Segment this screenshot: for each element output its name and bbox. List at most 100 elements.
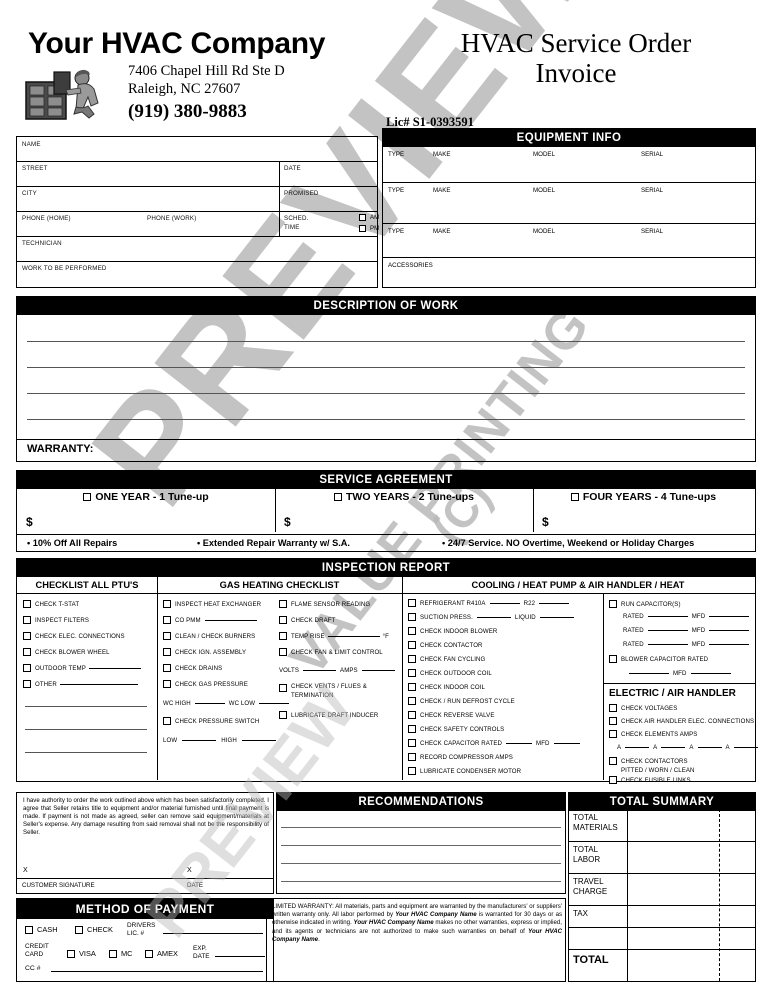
checklist-item-check-contactor[interactable]: CHECK CONTACTOR [408,641,483,649]
blank-input-temp-rise[interactable] [327,635,380,637]
checkbox-icon[interactable] [334,493,343,502]
checklist-item-check-ign-assembly[interactable]: CHECK IGN. ASSEMBLY [163,648,246,656]
blank-input-rated-3[interactable] [647,644,688,645]
checklist-item-check-vents-flues-termination[interactable]: CHECK VENTS / FLUES & TERMINATION [279,683,367,699]
checkbox-icon[interactable] [408,725,416,733]
exp-date-input[interactable] [215,956,265,957]
checkbox-icon[interactable] [23,616,31,624]
checkbox-icon[interactable] [408,767,416,775]
capacitor-rated-row-1[interactable]: RATED MFD [623,613,750,620]
checkbox-icon[interactable] [359,214,366,221]
checkbox-icon[interactable] [67,949,75,958]
checkbox-icon[interactable] [609,600,617,608]
blank-input-mfd-2[interactable] [709,630,750,631]
checkbox-icon[interactable] [408,641,416,649]
payment-option-visa[interactable]: VISA [67,949,96,958]
checkbox-icon[interactable] [570,493,579,502]
checklist-item-check-t-stat[interactable]: CHECK T-STAT [23,600,79,608]
checklist-item-check-voltages[interactable]: CHECK VOLTAGES [609,704,677,712]
checkbox-icon[interactable] [163,616,171,624]
blank-input-co-pmm[interactable] [204,619,257,621]
drivers-license-input[interactable] [163,933,263,934]
checkbox-icon[interactable] [408,711,416,719]
checkbox-icon[interactable] [279,616,287,624]
checkbox-icon[interactable] [279,684,287,692]
checklist-item-inspect-filters[interactable]: INSPECT FILTERS [23,616,89,624]
blank-input-other[interactable] [59,683,138,685]
checkbox-icon[interactable] [408,697,416,705]
checkbox-icon[interactable] [609,655,617,663]
checklist-item-check-outdoor-coil[interactable]: CHECK OUTDOOR COIL [408,669,492,677]
checkbox-icon[interactable] [609,776,617,784]
blank-input-volts[interactable] [303,670,337,671]
gas-pressure-wc-row[interactable]: WC HIGH WC LOW [163,700,290,707]
blank-input-blower-rated[interactable] [629,673,669,674]
checkbox-icon[interactable] [609,730,617,738]
checklist-item-check-safety-controls[interactable]: CHECK SAFETY CONTROLS [408,725,504,733]
blank-input-capacitor-rated[interactable] [506,742,533,744]
blank-input-mfd-1[interactable] [709,616,750,617]
write-line[interactable] [27,393,745,394]
checkbox-icon[interactable] [23,648,31,656]
checkbox-icon[interactable] [163,648,171,656]
checklist-item-check-draft[interactable]: CHECK DRAFT [279,616,335,624]
checklist-item-check-pressure-switch[interactable]: CHECK PRESSURE SWITCH [163,717,259,725]
checklist-item-check-air-handler-elec-connections[interactable]: CHECK AIR HANDLER ELEC. CONNECTIONS [609,717,754,725]
service-option-two-years[interactable]: TWO YEARS - 2 Tune-ups $ [275,487,533,532]
checkbox-icon[interactable] [83,493,92,502]
checkbox-icon[interactable] [23,680,31,688]
blank-input-wc-high[interactable] [194,703,225,704]
blank-input-a4[interactable] [733,747,758,748]
checkbox-pm[interactable]: PM [359,225,379,232]
checklist-item-check-run-defrost-cycle[interactable]: CHECK / RUN DEFROST CYCLE [408,697,515,705]
blank-input-high[interactable] [241,740,276,741]
checkbox-icon[interactable] [408,627,416,635]
checkbox-icon[interactable] [408,683,416,691]
blank-write-line[interactable] [25,706,147,707]
checklist-item-record-compressor-amps[interactable]: RECORD COMPRESSOR AMPS [408,753,513,761]
checklist-item-check-indoor-blower[interactable]: CHECK INDOOR BLOWER [408,627,497,635]
checklist-item-check-elements-amps[interactable]: CHECK ELEMENTS AMPS [609,730,697,738]
blank-write-line[interactable] [25,752,147,753]
checkbox-icon[interactable] [408,753,416,761]
checkbox-icon[interactable] [163,600,171,608]
write-line[interactable] [281,881,561,882]
checklist-item-check-fan-cycling[interactable]: CHECK FAN CYCLING [408,655,485,663]
blower-capacitor-mfd-row[interactable]: MFD [629,670,731,677]
checkbox-icon[interactable] [25,925,33,934]
write-line[interactable] [27,367,745,368]
checklist-item-check-elec-connections[interactable]: CHECK ELEC. CONNECTIONS [23,632,125,640]
checklist-item-check-contactors[interactable]: CHECK CONTACTORS [609,757,688,765]
checklist-item-check-drains[interactable]: CHECK DRAINS [163,664,222,672]
checkbox-am[interactable]: AM [359,214,379,221]
blank-input-r410a[interactable] [489,602,520,604]
blank-input-low[interactable] [182,740,217,741]
checklist-item-check-indoor-coil[interactable]: CHECK INDOOR COIL [408,683,485,691]
payment-option-mc[interactable]: MC [109,949,133,958]
checklist-item-check-blower-wheel[interactable]: CHECK BLOWER WHEEL [23,648,110,656]
checkbox-icon[interactable] [163,664,171,672]
blank-input-capacitor-mfd[interactable] [553,742,580,744]
blank-write-line[interactable] [25,729,147,730]
blank-input-a3[interactable] [697,747,722,748]
checklist-item-co-pmm[interactable]: CO PMM [163,616,257,624]
capacitor-rated-row-2[interactable]: RATED MFD [623,627,750,634]
checklist-item-blower-capacitor-rated[interactable]: BLOWER CAPACITOR RATED [609,655,708,663]
checklist-item-refrigerant-r410a[interactable]: REFRIGERANT R410A R22 [408,599,570,607]
payment-option-amex[interactable]: AMEX [145,949,178,958]
blank-input-amps[interactable] [361,670,395,671]
checkbox-icon[interactable] [163,717,171,725]
checkbox-icon[interactable] [23,664,31,672]
checklist-item-temp-rise[interactable]: TEMP RISE °F [279,632,389,640]
checklist-item-check-capacitor-rated[interactable]: CHECK CAPACITOR RATED MFD [408,739,580,747]
checkbox-icon[interactable] [109,949,117,958]
checkbox-icon[interactable] [408,613,416,621]
checklist-item-suction-press[interactable]: SUCTION PRESS. LIQUID [408,613,574,621]
checklist-item-check-reverse-valve[interactable]: CHECK REVERSE VALVE [408,711,494,719]
checkbox-icon[interactable] [359,225,366,232]
payment-option-cash[interactable]: CASH [25,925,58,934]
blank-input-mfd-3[interactable] [709,644,750,645]
checkbox-icon[interactable] [279,600,287,608]
elements-amps-row[interactable]: A A A A [617,744,758,751]
blank-input-a2[interactable] [661,747,686,748]
